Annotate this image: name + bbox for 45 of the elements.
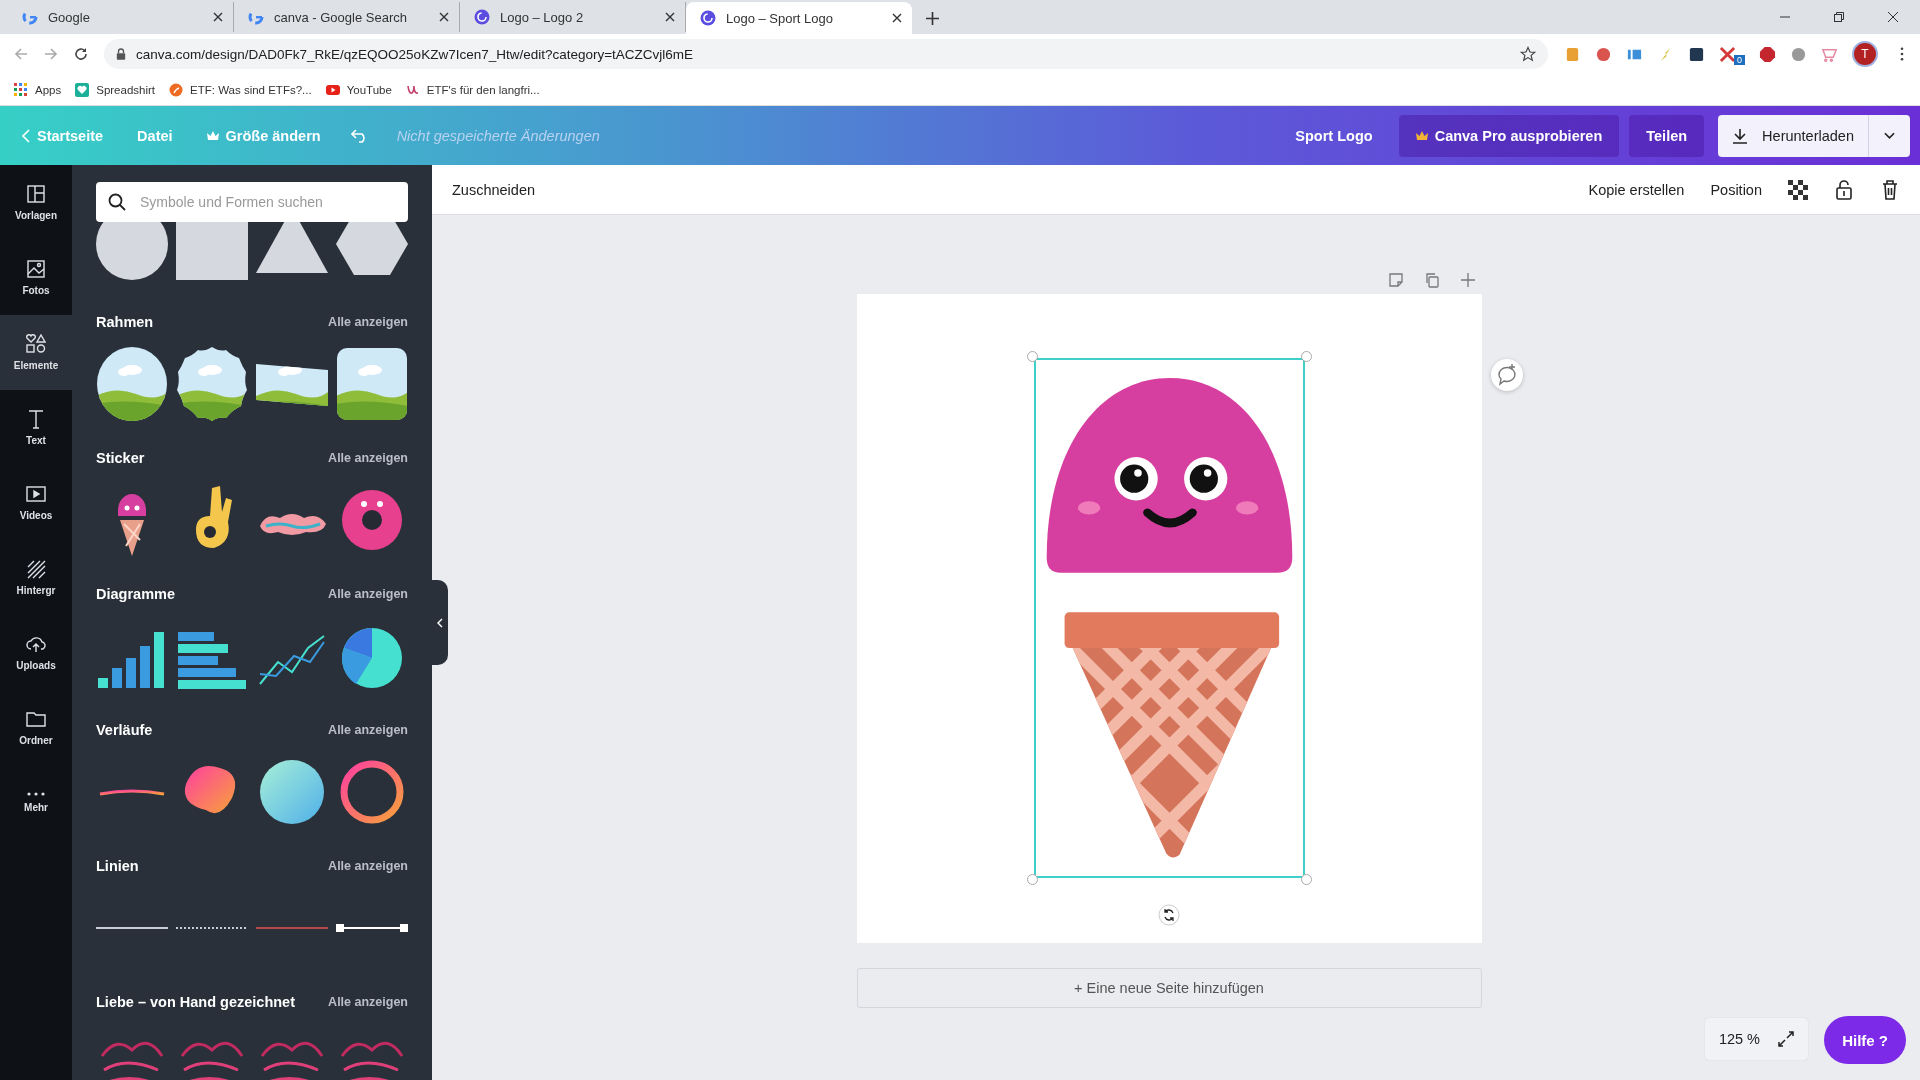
bookmark[interactable]: ETF's für den langfri... [405,82,540,97]
nav-item[interactable]: Hintergr [0,540,72,615]
section-title: Diagramme [96,586,175,602]
nav-item[interactable]: Fotos [0,240,72,315]
bookmark[interactable]: Spreadshirt [75,82,156,97]
browser-tab[interactable]: Logo – Sport Logo [686,2,912,34]
nav-item[interactable]: Vorlagen [0,165,72,240]
nav-item[interactable]: Ordner [0,690,72,765]
duplicate-button[interactable]: Kopie erstellen [1588,181,1685,198]
see-all-link[interactable]: Alle anzeigen [328,587,408,601]
see-all-link[interactable]: Alle anzeigen [328,995,408,1009]
save-status-text: Nicht gespeicherte Änderungen [396,127,600,144]
see-all-link[interactable]: Alle anzeigen [328,859,408,873]
section-title: Rahmen [96,314,154,330]
profile-avatar[interactable]: T [1852,41,1878,67]
address-bar[interactable]: canva.com/design/DAD0Fk7_RkE/qzEQOO25oKZw7Icen7_Htw/edit?category=tACZCvjl6mE [104,39,1548,69]
add-page-button[interactable]: + Eine neue Seite hinzufügen [856,968,1482,1008]
nav-item[interactable]: Videos [0,465,72,540]
extension-badge: 0 [1734,55,1745,65]
nav-item[interactable]: Text [0,390,72,465]
nav-item[interactable]: Mehr [0,765,72,840]
browser-tab[interactable]: Google [8,2,234,32]
section-title: Liebe – von Hand gezeichnet [96,994,295,1010]
position-button[interactable]: Position [1710,181,1762,198]
bookmark[interactable]: ETF: Was sind ETFs?... [169,82,312,97]
crop-button[interactable]: Zuschneiden [452,181,536,198]
url-text: canva.com/design/DAD0Fk7_RkE/qzEQOO25oKZw7Icen7_Htw/edit?category=tACZCvjl6mE [136,46,694,62]
section-title: Verläufe [96,722,153,738]
browser-tab[interactable]: canva - Google Search [234,2,460,32]
see-all-link[interactable]: Alle anzeigen [328,451,408,465]
search-field[interactable]: Symbole und Formen suchen [96,182,408,222]
nav-item[interactable]: Uploads [0,615,72,690]
try-pro-button[interactable]: Canva Pro ausprobieren [1398,114,1620,157]
bookmark[interactable]: Apps [14,82,62,97]
nav-item[interactable]: Elemente [0,315,72,390]
share-button[interactable]: Teilen [1629,114,1705,157]
see-all-link[interactable]: Alle anzeigen [328,723,408,737]
design-title[interactable]: Sport Logo [1295,127,1373,144]
browser-tab[interactable]: Logo – Logo 2 [460,2,686,32]
zoom-level[interactable]: 125 % [1718,1031,1760,1047]
section-title: Linien [96,858,139,874]
section-title: Sticker [96,450,145,466]
see-all-link[interactable]: Alle anzeigen [328,315,408,329]
bookmark[interactable]: YouTube [325,82,392,97]
help-button[interactable]: Hilfe ? [1824,1016,1906,1064]
